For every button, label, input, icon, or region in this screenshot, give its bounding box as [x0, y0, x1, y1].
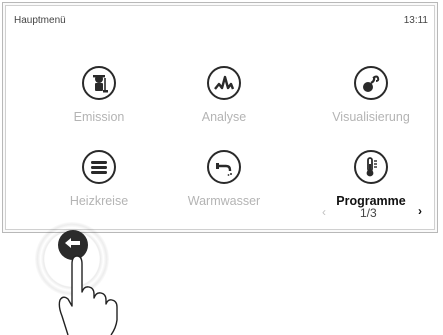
tile-label: Heizkreise: [69, 194, 129, 208]
chimney-sweep-icon: [82, 66, 116, 100]
tile-analyse[interactable]: Analyse: [164, 66, 284, 132]
page-indicator: 1/3: [360, 206, 377, 220]
tile-label: Emission: [73, 110, 125, 124]
tile-emission[interactable]: Emission: [39, 66, 159, 132]
faucet-icon: [207, 150, 241, 184]
analysis-wave-icon: [207, 66, 241, 100]
tile-label: Warmwasser: [187, 194, 261, 208]
tile-warmwasser[interactable]: Warmwasser: [164, 150, 284, 216]
flame-pipe-icon: [354, 66, 388, 100]
main-menu-screen: Hauptmenü 13:11 Emission Analyse Visuali…: [5, 5, 435, 230]
pager: ‹ 1/3 ›: [318, 204, 428, 221]
page-title: Hauptmenü: [14, 15, 66, 26]
pointing-hand-icon: [58, 255, 118, 335]
tile-heizkreise[interactable]: Heizkreise: [39, 150, 159, 216]
tile-label: Visualisierung: [332, 110, 410, 124]
clock: 13:11: [403, 15, 428, 26]
thermometer-icon: [354, 150, 388, 184]
header: Hauptmenü 13:11: [6, 6, 434, 32]
display-frame: Hauptmenü 13:11 Emission Analyse Visuali…: [2, 2, 438, 233]
tile-label: Analyse: [201, 110, 247, 124]
radiator-icon: [82, 150, 116, 184]
next-page-button[interactable]: ›: [418, 204, 422, 218]
prev-page-button[interactable]: ‹: [322, 205, 326, 219]
tile-visualisierung[interactable]: Visualisierung: [311, 66, 431, 132]
